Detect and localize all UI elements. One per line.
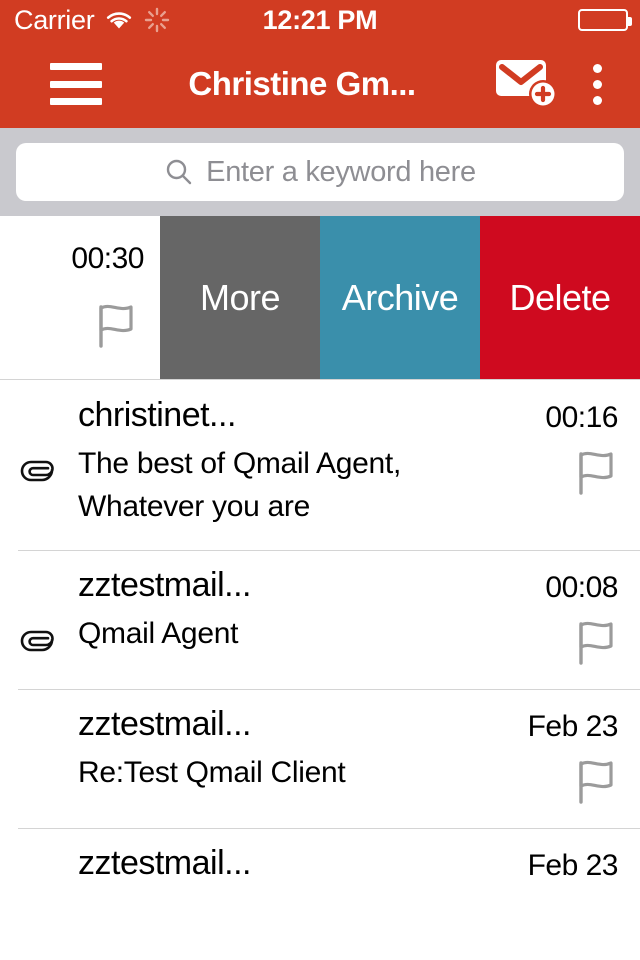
mail-list-item[interactable]: zztestmail... Feb 23	[0, 828, 640, 884]
mail-row-header: christinet... 00:16	[0, 380, 640, 435]
search-icon	[164, 157, 194, 187]
mail-list: christinet... 00:16 The best of Qmail Ag…	[0, 380, 640, 884]
overflow-menu-icon[interactable]	[566, 53, 628, 115]
paperclip-icon	[0, 611, 78, 653]
mail-date: 00:08	[545, 571, 618, 605]
swiped-row-content[interactable]: 00:30	[0, 216, 160, 379]
search-input[interactable]: Enter a keyword here	[16, 143, 624, 201]
mail-sender: zztestmail...	[78, 705, 251, 744]
mail-row-spacer	[0, 528, 640, 550]
hamburger-menu-icon[interactable]	[50, 63, 102, 105]
flag-icon[interactable]	[556, 750, 618, 806]
status-bar: Carrier 12:21 PM	[0, 0, 640, 40]
mail-row-body: The best of Qmail Agent, Whatever you ar…	[0, 435, 640, 528]
mail-subject: Re:Test Qmail Client	[78, 756, 346, 790]
flag-icon[interactable]	[556, 611, 618, 667]
mail-row-header: zztestmail... 00:08	[0, 550, 640, 605]
flag-icon[interactable]	[94, 302, 138, 350]
paperclip-icon	[0, 441, 78, 483]
mail-date: Feb 23	[527, 849, 619, 883]
search-bar-container: Enter a keyword here	[0, 128, 640, 216]
navigation-bar: Christine Gm...	[0, 40, 640, 128]
mail-row-body: Re:Test Qmail Client	[0, 744, 640, 806]
mail-list-item[interactable]: christinet... 00:16 The best of Qmail Ag…	[0, 380, 640, 551]
flag-icon[interactable]	[556, 441, 618, 497]
mail-sender: christinet...	[78, 396, 236, 434]
mail-row-spacer	[0, 806, 640, 828]
mail-sender: zztestmail...	[78, 844, 251, 883]
mail-subject: Qmail Agent	[78, 617, 239, 651]
page-title: Christine Gm...	[188, 65, 416, 102]
search-placeholder: Enter a keyword here	[206, 155, 476, 188]
mail-app-screen: Carrier 12:21 PM Christine Gm... Enter a…	[0, 0, 640, 960]
mail-date: 00:16	[545, 401, 618, 434]
mail-row-body: Qmail Agent	[0, 605, 640, 667]
compose-mail-icon[interactable]	[490, 54, 566, 114]
mail-list-item[interactable]: zztestmail... 00:08 Qmail Agent	[0, 550, 640, 690]
mail-sender: zztestmail...	[78, 566, 251, 605]
mail-row-spacer	[0, 667, 640, 689]
more-action-button[interactable]: More	[160, 216, 320, 379]
swiped-mail-row: 00:30 More Archive Delete	[0, 216, 640, 380]
mail-row-header: zztestmail... Feb 23	[0, 689, 640, 744]
delete-action-button[interactable]: Delete	[480, 216, 640, 379]
archive-action-button[interactable]: Archive	[320, 216, 480, 379]
mail-subject: The best of Qmail Agent, Whatever you ar…	[78, 447, 401, 523]
mail-list-item[interactable]: zztestmail... Feb 23 Re:Test Qmail Clien…	[0, 689, 640, 829]
clock-label: 12:21 PM	[262, 4, 378, 35]
status-bar-right	[578, 9, 632, 31]
attachment-slot-empty	[0, 750, 78, 766]
mail-row-header: zztestmail... Feb 23	[0, 828, 640, 883]
mail-date: Feb 23	[527, 710, 619, 744]
swiped-row-date: 00:30	[71, 242, 144, 275]
battery-icon	[578, 9, 632, 31]
